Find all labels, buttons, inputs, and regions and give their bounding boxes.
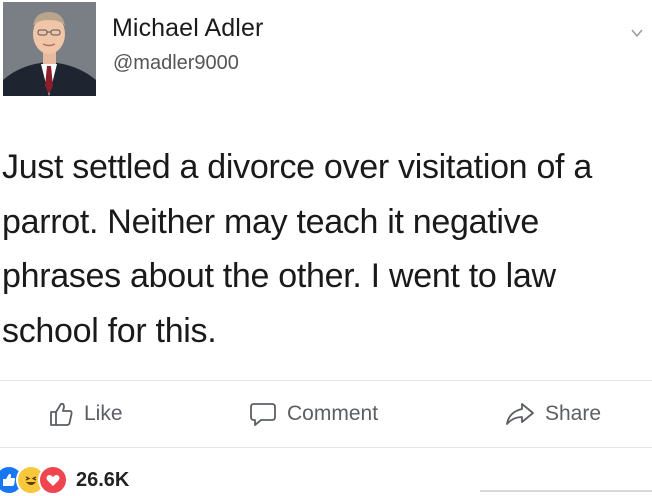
divider <box>0 380 652 381</box>
author-handle[interactable]: @madler9000 <box>113 52 239 75</box>
post-header: Michael Adler @madler9000 <box>0 0 652 100</box>
like-label: Like <box>84 402 123 425</box>
love-reaction-icon <box>38 465 68 495</box>
reactions-summary[interactable]: 26.6K <box>0 465 129 495</box>
action-bar: Like Comment Share <box>0 392 652 436</box>
author-name[interactable]: Michael Adler <box>112 14 263 43</box>
avatar[interactable] <box>3 2 96 96</box>
divider <box>0 447 652 448</box>
post-text: Just settled a divorce over visitation o… <box>2 148 592 350</box>
share-button[interactable]: Share <box>505 392 601 436</box>
share-arrow-icon <box>506 403 534 425</box>
thumbs-up-icon <box>50 402 73 426</box>
chevron-down-icon[interactable] <box>630 26 644 40</box>
reaction-count[interactable]: 26.6K <box>76 469 129 492</box>
speech-bubble-icon <box>250 403 276 426</box>
like-button[interactable]: Like <box>48 392 123 436</box>
divider <box>480 490 652 492</box>
profile-photo-icon <box>3 2 96 96</box>
share-label: Share <box>545 402 602 425</box>
comment-button[interactable]: Comment <box>249 392 378 436</box>
comment-label: Comment <box>287 402 379 425</box>
